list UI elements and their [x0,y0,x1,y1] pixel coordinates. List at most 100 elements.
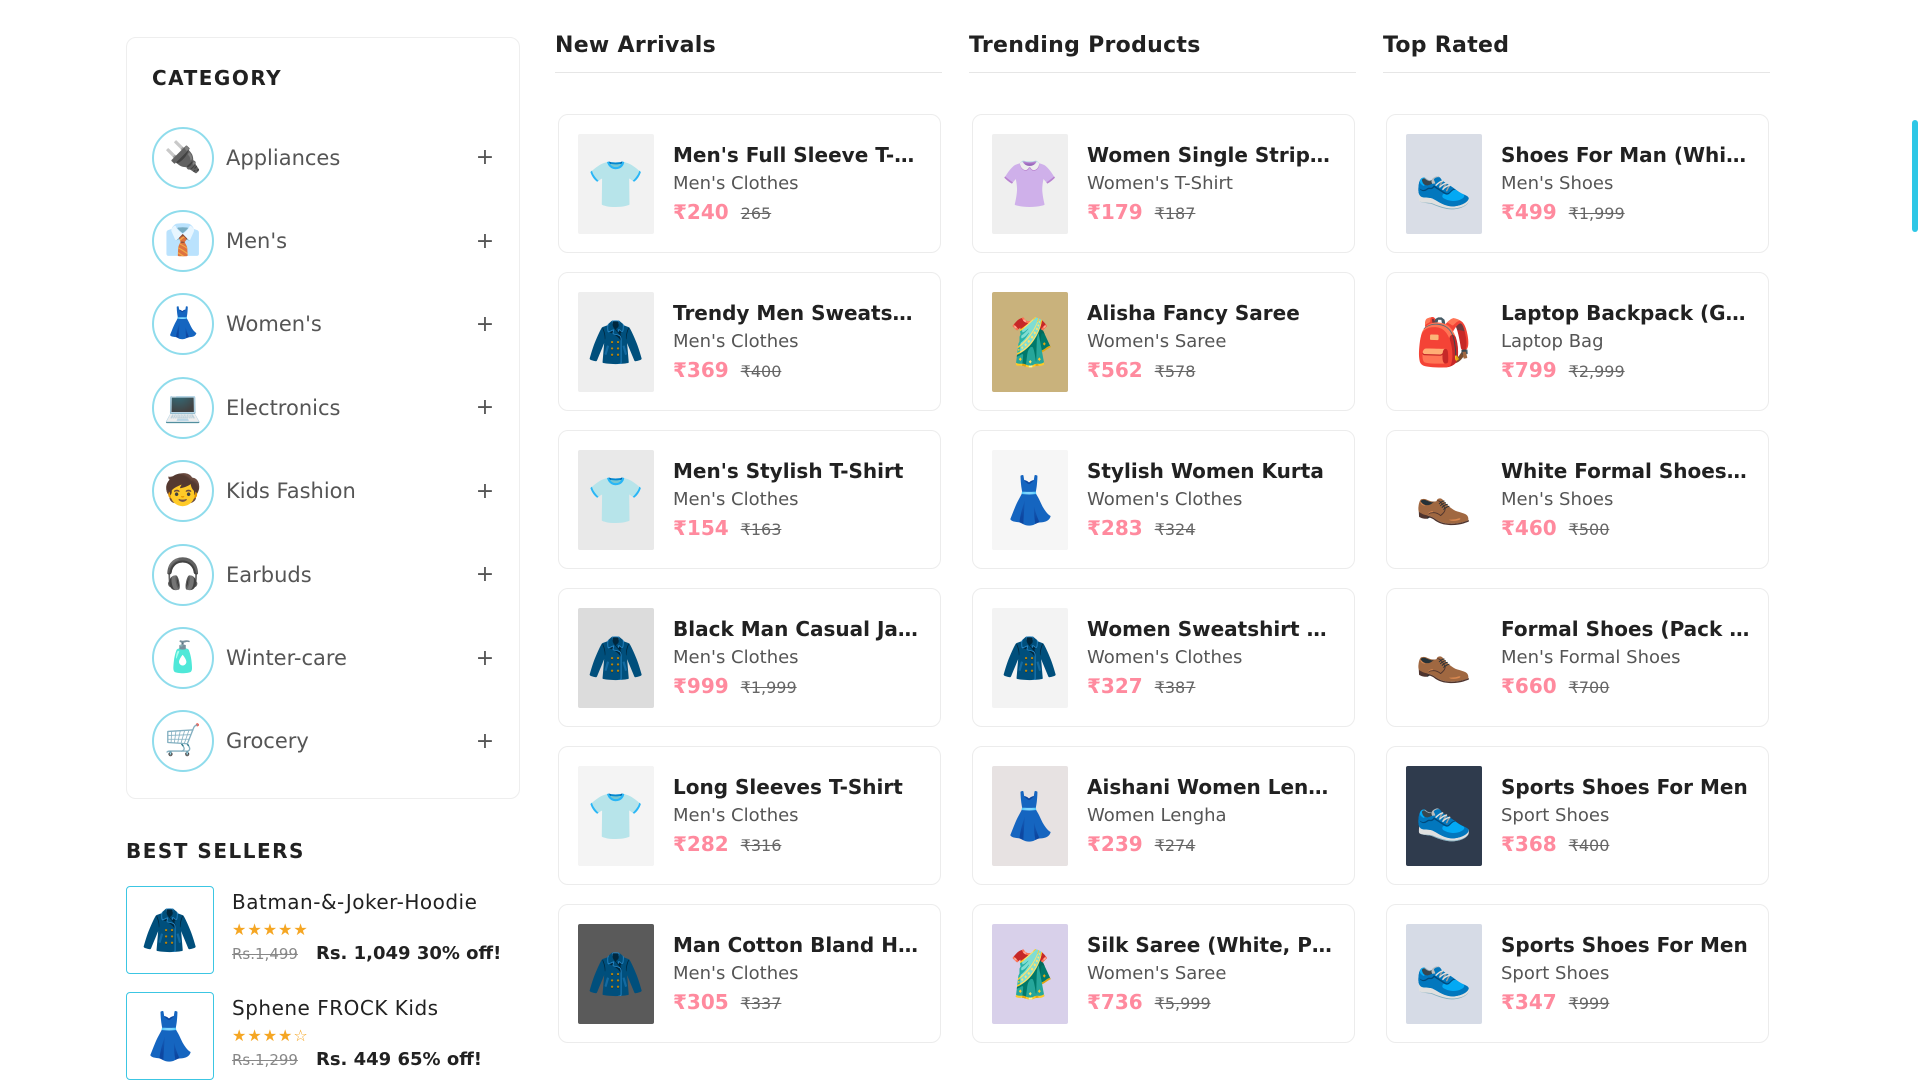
trending-products-column: Trending Products 👚 Women Single Stripe T… [969,33,1356,1062]
old-price: ₹1,999 [740,678,797,697]
category-thumbnail: 💻 [152,376,214,439]
product-title[interactable]: Trendy Men Sweatshirt [673,301,923,325]
product-card[interactable]: 👕 Long Sleeves T-Shirt Men's Clothes ₹282 ₹3… [558,746,941,885]
category-label: Men's [226,229,288,254]
category-item-womens[interactable]: 👗 Women's + [152,283,497,366]
product-image[interactable]: 👗 [992,765,1068,866]
old-price: ₹324 [1154,520,1196,539]
product-thumbnail[interactable]: 🧥 [126,886,214,974]
product-card[interactable]: 👕 Men's Full Sleeve T-Shi... Men's Clothes… [558,114,941,253]
product-card[interactable]: 🥻 Alisha Fancy Saree Women's Saree ₹562 ₹578 [972,272,1355,411]
product-image[interactable]: 🎒 [1406,291,1482,392]
category-label: Women's [226,312,322,337]
sale-price: ₹799 [1501,358,1557,382]
product-title[interactable]: Man Cotton Bland Hoo... [673,933,923,957]
category-item-appliances[interactable]: 🔌 Appliances + [152,116,497,199]
expand-plus-icon[interactable]: + [473,562,497,587]
product-image[interactable]: 👚 [992,133,1068,234]
product-card[interactable]: 👗 Aishani Women Lengha Women Lengha ₹239 ₹27… [972,746,1355,885]
earbuds-icon: 🎧 [164,556,202,592]
product-image[interactable]: 👗 [992,449,1068,550]
product-card[interactable]: 🧥 Black Man Casual Jac... Men's Clothes ₹99… [558,588,941,727]
page-scrollbar[interactable] [1898,0,1920,1080]
category-item-kids-fashion[interactable]: 🧒 Kids Fashion + [152,450,497,533]
product-card[interactable]: 🥻 Silk Saree (White, Pink) Women's Saree ₹7… [972,904,1355,1043]
category-item-electronics[interactable]: 💻 Electronics + [152,366,497,449]
product-title[interactable]: Alisha Fancy Saree [1087,301,1337,325]
old-price: ₹500 [1568,520,1610,539]
best-seller-item[interactable]: 👗 Sphene FROCK Kids ★★★★☆ Rs.1,299 Rs. 4… [126,992,526,1080]
category-item-winter-care[interactable]: 🧴 Winter-care + [152,616,497,699]
product-title[interactable]: Sports Shoes For Men [1501,775,1751,799]
product-card[interactable]: 👞 White Formal Shoes F... Men's Shoes ₹460 ₹… [1386,430,1769,569]
product-title[interactable]: Shoes For Man (White,... [1501,143,1751,167]
category-item-mens[interactable]: 👔 Men's + [152,199,497,282]
sale-price: ₹660 [1501,674,1557,698]
product-card[interactable]: 🎒 Laptop Backpack (Gre... Laptop Bag ₹799 ₹2… [1386,272,1769,411]
sale-price: ₹282 [673,832,729,856]
product-image[interactable]: 🧥 [578,923,654,1024]
product-image[interactable]: 👕 [578,449,654,550]
product-title[interactable]: Long Sleeves T-Shirt [673,775,923,799]
product-title[interactable]: Laptop Backpack (Gre... [1501,301,1751,325]
category-item-grocery[interactable]: 🛒 Grocery + [152,700,497,783]
product-title[interactable]: Formal Shoes (Pack O... [1501,617,1751,641]
product-card[interactable]: 🧥 Man Cotton Bland Hoo... Men's Clothes ₹30… [558,904,941,1043]
product-card[interactable]: 👟 Sports Shoes For Men Sport Shoes ₹368 ₹400 [1386,746,1769,885]
product-image[interactable]: 🧥 [578,291,654,392]
product-card[interactable]: 👞 Formal Shoes (Pack O... Men's Formal Sho… [1386,588,1769,727]
expand-plus-icon[interactable]: + [473,729,497,754]
best-sellers-heading: BEST SELLERS [126,839,305,863]
product-category: Men's Clothes [673,331,799,352]
product-image[interactable]: 👕 [578,133,654,234]
expand-plus-icon[interactable]: + [473,229,497,254]
product-name[interactable]: Batman-&-Joker-Hoodie [232,890,501,914]
product-image[interactable]: 🧥 [578,607,654,708]
category-item-earbuds[interactable]: 🎧 Earbuds + [152,533,497,616]
product-image[interactable]: 👕 [578,765,654,866]
product-image[interactable]: 👟 [1406,765,1482,866]
product-image[interactable]: 🥻 [992,923,1068,1024]
product-card[interactable]: 👕 Men's Stylish T-Shirt Men's Clothes ₹154 ₹… [558,430,941,569]
category-label: Earbuds [226,562,312,587]
product-info: Black Man Casual Jac... Men's Clothes ₹999… [673,617,923,698]
product-image[interactable]: 🧥 [992,607,1068,708]
product-icon: 👟 [1415,788,1473,843]
product-title[interactable]: Women Sweatshirt Fo... [1087,617,1337,641]
product-title[interactable]: Stylish Women Kurta [1087,459,1337,483]
expand-plus-icon[interactable]: + [473,395,497,420]
product-title[interactable]: Women Single Stripe T... [1087,143,1337,167]
best-seller-item[interactable]: 🧥 Batman-&-Joker-Hoodie ★★★★★ Rs.1,499 R… [126,886,526,992]
product-title[interactable]: Men's Full Sleeve T-Shi... [673,143,923,167]
product-image[interactable]: 👟 [1406,133,1482,234]
product-name[interactable]: Sphene FROCK Kids [232,996,482,1020]
product-card[interactable]: 👗 Stylish Women Kurta Women's Clothes ₹283 ₹… [972,430,1355,569]
sale-price: ₹999 [673,674,729,698]
product-image[interactable]: 👞 [1406,449,1482,550]
product-image[interactable]: 👟 [1406,923,1482,1024]
product-card[interactable]: 👟 Sports Shoes For Men Sport Shoes ₹347 ₹999 [1386,904,1769,1043]
product-title[interactable]: Silk Saree (White, Pink) [1087,933,1337,957]
product-icon: 👞 [1415,630,1473,685]
expand-plus-icon[interactable]: + [473,145,497,170]
product-title[interactable]: Aishani Women Lengha [1087,775,1337,799]
expand-plus-icon[interactable]: + [473,479,497,504]
product-title[interactable]: Sports Shoes For Men [1501,933,1751,957]
scrollbar-thumb[interactable] [1912,120,1918,232]
product-card[interactable]: 🧥 Trendy Men Sweatshirt Men's Clothes ₹369 ₹… [558,272,941,411]
product-title[interactable]: Men's Stylish T-Shirt [673,459,923,483]
expand-plus-icon[interactable]: + [473,312,497,337]
product-image[interactable]: 👞 [1406,607,1482,708]
sale-price: ₹369 [673,358,729,382]
product-title[interactable]: White Formal Shoes F... [1501,459,1751,483]
product-card[interactable]: 👚 Women Single Stripe T... Women's T-Shirt… [972,114,1355,253]
product-thumbnail[interactable]: 👗 [126,992,214,1080]
product-card[interactable]: 👟 Shoes For Man (White,... Men's Shoes ₹499… [1386,114,1769,253]
expand-plus-icon[interactable]: + [473,646,497,671]
price-row: ₹499 ₹1,999 [1501,200,1751,224]
product-card[interactable]: 🧥 Women Sweatshirt Fo... Women's Clothes ₹3… [972,588,1355,727]
product-title[interactable]: Black Man Casual Jac... [673,617,923,641]
price-row: ₹369 ₹400 [673,358,923,382]
price-row: ₹239 ₹274 [1087,832,1337,856]
product-image[interactable]: 🥻 [992,291,1068,392]
